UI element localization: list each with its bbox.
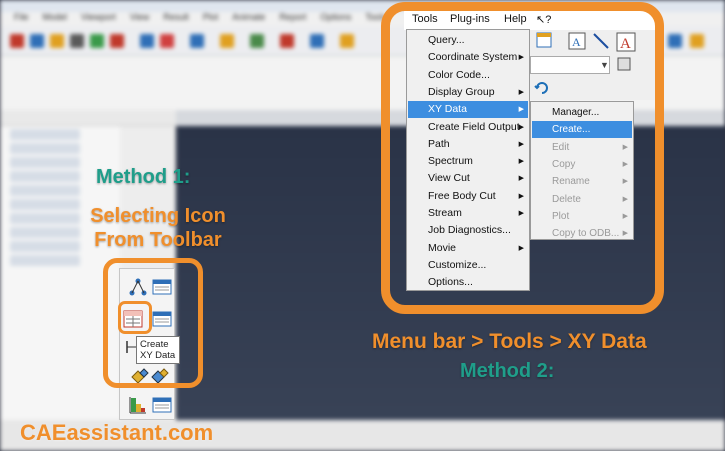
create-xy-data-tooltip: Create XY Data xyxy=(136,336,180,364)
bg-menu-item: Result xyxy=(163,12,189,22)
tooltip-line2: XY Data xyxy=(140,350,176,361)
bg-menu-item: Plot xyxy=(202,12,219,22)
method1-subtitle: Selecting Icon From Toolbar xyxy=(80,204,236,252)
method2-path: Menu bar > Tools > XY Data xyxy=(372,330,647,353)
bg-menu-item: Viewport xyxy=(81,12,116,22)
bg-menu-item: View xyxy=(129,12,150,22)
method1-subtitle-line1: Selecting Icon xyxy=(90,205,226,227)
bg-menu-item: Options xyxy=(320,12,352,22)
report-table-icon[interactable] xyxy=(152,395,172,415)
method1-title: Method 1: xyxy=(96,166,191,188)
bg-menu-item: Model xyxy=(42,12,68,22)
method1-subtitle-line2: From Toolbar xyxy=(94,229,222,251)
bg-menu-item: Animate xyxy=(232,12,266,22)
method2-title: Method 2: xyxy=(460,360,555,382)
bg-menu-item: File xyxy=(14,12,29,22)
brand-watermark: CAEassistant.com xyxy=(20,420,214,445)
method2-highlight-ring xyxy=(381,2,664,314)
contour-plot-icon[interactable] xyxy=(128,395,148,415)
create-xy-icon-highlight xyxy=(118,301,152,334)
tooltip-line1: Create xyxy=(140,339,169,350)
bg-menu-item: Report xyxy=(279,12,307,22)
